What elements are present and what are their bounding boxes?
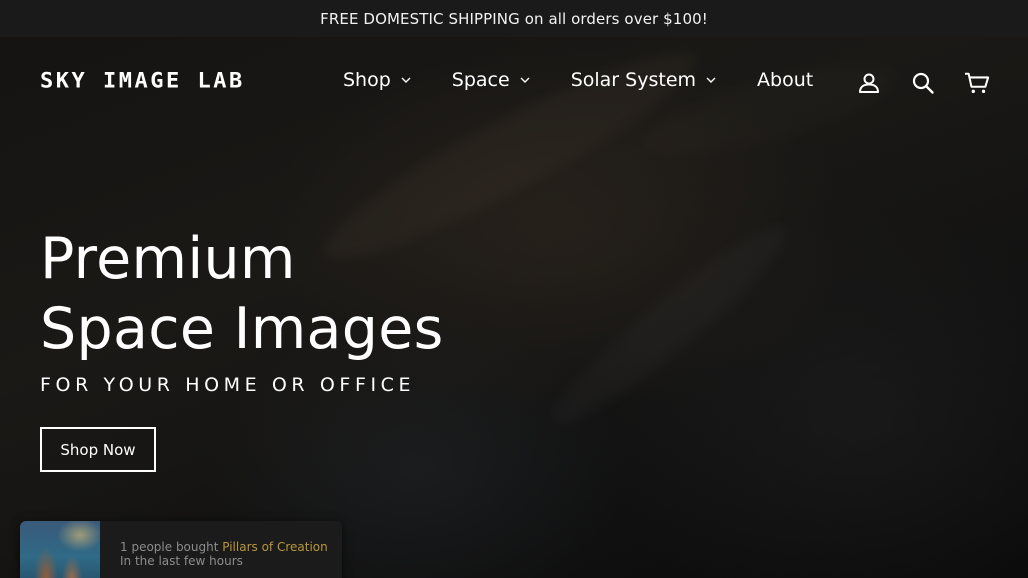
notification-text: 1 people bought Pillars of Creation In t… xyxy=(120,540,330,568)
main-nav: Shop Space Solar System About xyxy=(343,69,813,91)
nav-item-about[interactable]: About xyxy=(757,69,813,91)
product-thumbnail xyxy=(20,521,100,578)
account-icon[interactable] xyxy=(856,70,882,96)
hero-title-line: Premium xyxy=(40,226,296,292)
shop-now-button[interactable]: Shop Now xyxy=(40,427,156,472)
nav-item-solar-system[interactable]: Solar System xyxy=(571,69,717,91)
site-header: SKY IMAGE LAB Shop Space Solar System Ab… xyxy=(0,37,1028,129)
hero-title-line: Space Images xyxy=(40,296,444,362)
page: FREE DOMESTIC SHIPPING on all orders ove… xyxy=(0,0,1028,578)
header-icons xyxy=(856,70,990,96)
hero-subtitle: FOR YOUR HOME OR OFFICE xyxy=(40,374,416,396)
nav-item-label: Solar System xyxy=(570,69,697,91)
announcement-bar: FREE DOMESTIC SHIPPING on all orders ove… xyxy=(0,0,1028,37)
notification-time: In the last few hours xyxy=(120,554,243,568)
notification-product[interactable]: Pillars of Creation xyxy=(222,540,327,554)
nav-item-label: Space xyxy=(451,69,510,91)
site-logo[interactable]: SKY IMAGE LAB xyxy=(40,70,245,94)
nav-item-label: Shop xyxy=(343,69,391,91)
chevron-down-icon xyxy=(519,74,531,86)
nav-item-shop[interactable]: Shop xyxy=(343,69,412,91)
hero-title: Premium Space Images xyxy=(40,224,444,364)
background-streak xyxy=(539,209,801,441)
nav-item-space[interactable]: Space xyxy=(452,69,531,91)
notification-prefix: 1 people bought xyxy=(120,540,223,554)
chevron-down-icon xyxy=(705,74,717,86)
chevron-down-icon xyxy=(400,74,412,86)
cart-icon[interactable] xyxy=(964,70,990,96)
purchase-notification[interactable]: 1 people bought Pillars of Creation In t… xyxy=(20,521,342,578)
nav-item-label: About xyxy=(757,69,814,91)
search-icon[interactable] xyxy=(910,70,936,96)
announcement-text: FREE DOMESTIC SHIPPING on all orders ove… xyxy=(320,9,708,28)
